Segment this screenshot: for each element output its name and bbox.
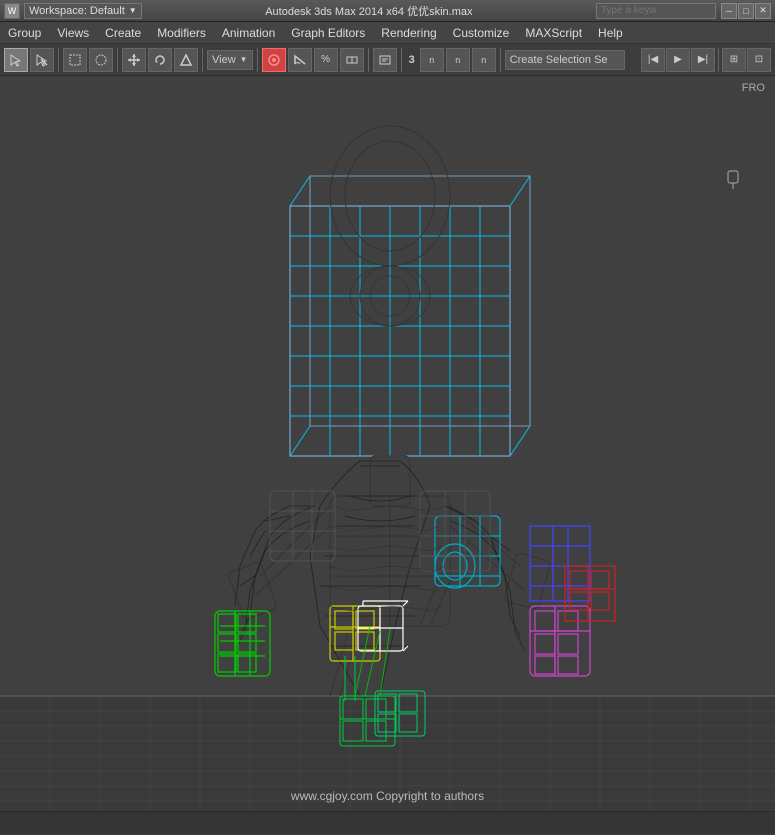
workspace-arrow-icon: ▼ — [129, 6, 137, 15]
workspace-label: Workspace: Default — [29, 5, 125, 17]
window-icon: W — [4, 3, 20, 19]
toolbar-separator-6 — [401, 48, 402, 72]
snap-toggle-button[interactable] — [262, 48, 286, 72]
toolbar-separator-5 — [368, 48, 369, 72]
viewport-label: FRO — [742, 82, 765, 94]
title-bar: W Workspace: Default ▼ Autodesk 3ds Max … — [0, 0, 775, 22]
toolbar-separator-1 — [58, 48, 59, 72]
nav-extra-1[interactable]: ⊞ — [722, 48, 746, 72]
menu-maxscript[interactable]: MAXScript — [517, 23, 590, 43]
move-button[interactable] — [122, 48, 146, 72]
select-move-button[interactable] — [30, 48, 54, 72]
menu-customize[interactable]: Customize — [445, 23, 518, 43]
circle-select-button[interactable] — [89, 48, 113, 72]
selection-input[interactable] — [505, 50, 625, 70]
toolbar-separator-3 — [202, 48, 203, 72]
search-input[interactable] — [596, 3, 716, 19]
next-frame-button[interactable]: ▶| — [691, 48, 715, 72]
nav-sep — [718, 48, 719, 72]
prev-frame-button[interactable]: |◀ — [641, 48, 665, 72]
play-button[interactable]: ▶ — [666, 48, 690, 72]
status-bar — [0, 811, 775, 833]
workspace-dropdown[interactable]: Workspace: Default ▼ — [24, 3, 142, 19]
menu-bar: Group Views Create Modifiers Animation G… — [0, 22, 775, 44]
edit-named-button[interactable] — [373, 48, 397, 72]
toolbar: View ▼ % 3 n n n |◀ ▶ ▶| ⊞ ⊡ — [0, 44, 775, 76]
menu-animation[interactable]: Animation — [214, 23, 283, 43]
num-btn3[interactable]: n — [472, 48, 496, 72]
viewport[interactable]: FRO www.cgjoy.com Copyright to authors — [0, 76, 775, 811]
rect-select-button[interactable] — [63, 48, 87, 72]
percent-icon: % — [321, 54, 330, 65]
select-tool-button[interactable] — [4, 48, 28, 72]
reference-dropdown[interactable]: View ▼ — [207, 50, 253, 70]
maximize-button[interactable]: □ — [738, 3, 754, 19]
scale-button[interactable] — [174, 48, 198, 72]
menu-views[interactable]: Views — [49, 23, 97, 43]
angle-snap-button[interactable] — [288, 48, 312, 72]
spinner-snap-button[interactable] — [340, 48, 364, 72]
percent-snap-button[interactable]: % — [314, 48, 338, 72]
rotate-button[interactable] — [148, 48, 172, 72]
num-btn2[interactable]: n — [446, 48, 470, 72]
minimize-button[interactable]: ─ — [721, 3, 737, 19]
toolbar-separator-7 — [500, 48, 501, 72]
toolbar-separator-2 — [117, 48, 118, 72]
toolbar-separator-4 — [257, 48, 258, 72]
menu-create[interactable]: Create — [97, 23, 149, 43]
viewport-canvas — [0, 76, 775, 811]
nav-extra-2[interactable]: ⊡ — [747, 48, 771, 72]
menu-rendering[interactable]: Rendering — [373, 23, 444, 43]
number-label: 3 — [406, 54, 418, 66]
app-title: Autodesk 3ds Max 2014 x64 优优skin.max — [142, 3, 596, 19]
menu-help[interactable]: Help — [590, 23, 631, 43]
menu-graph-editors[interactable]: Graph Editors — [283, 23, 373, 43]
num-btn1[interactable]: n — [420, 48, 444, 72]
menu-modifiers[interactable]: Modifiers — [149, 23, 214, 43]
reference-arrow-icon: ▼ — [240, 55, 248, 64]
nav-cluster: |◀ ▶ ▶| ⊞ ⊡ — [641, 48, 771, 72]
watermark: www.cgjoy.com Copyright to authors — [291, 789, 484, 803]
close-button[interactable]: ✕ — [755, 3, 771, 19]
reference-label: View — [212, 54, 236, 66]
window-controls: ─ □ ✕ — [720, 3, 771, 19]
menu-group[interactable]: Group — [0, 23, 49, 43]
